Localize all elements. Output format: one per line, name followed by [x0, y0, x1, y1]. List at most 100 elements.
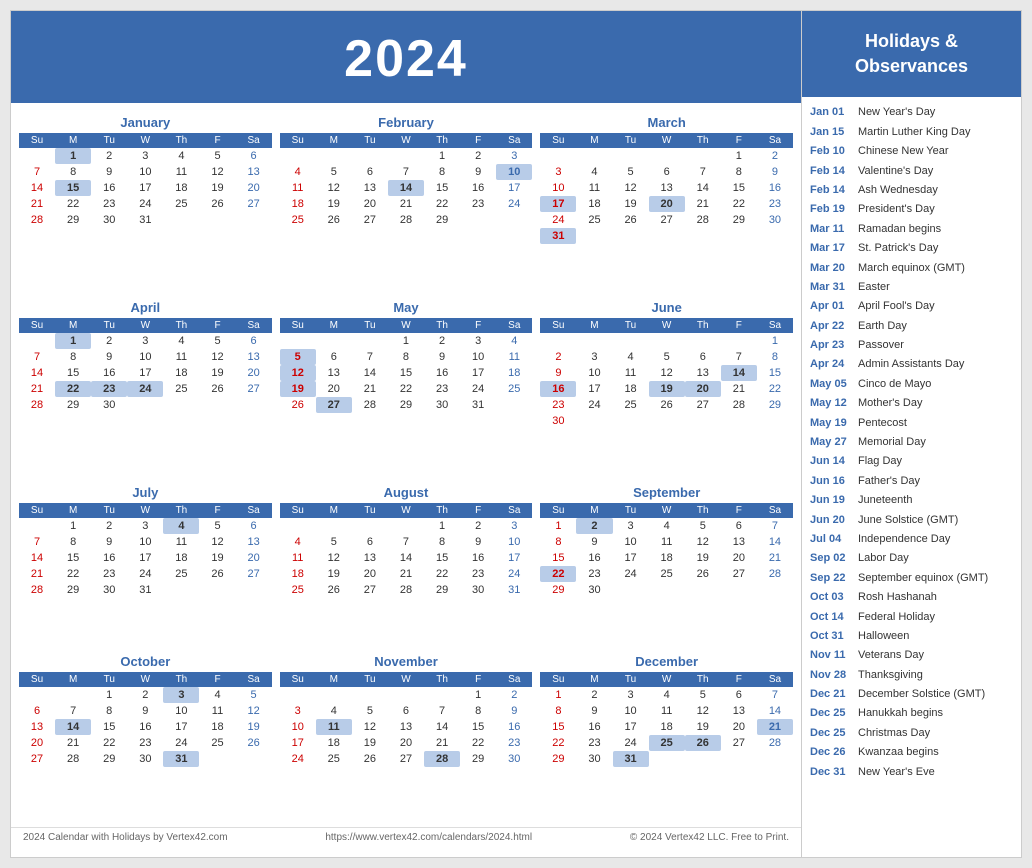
calendar-day[interactable]: 13: [352, 180, 388, 196]
calendar-day[interactable]: 7: [19, 164, 55, 180]
calendar-day[interactable]: 22: [540, 566, 576, 582]
calendar-day[interactable]: 8: [424, 164, 460, 180]
calendar-day[interactable]: 26: [685, 566, 721, 582]
calendar-day[interactable]: 3: [127, 148, 163, 164]
calendar-day[interactable]: 18: [163, 550, 199, 566]
calendar-day[interactable]: 15: [721, 180, 757, 196]
calendar-day[interactable]: 12: [316, 180, 352, 196]
calendar-day[interactable]: 1: [460, 687, 496, 703]
calendar-day[interactable]: 17: [127, 180, 163, 196]
calendar-day[interactable]: 24: [613, 735, 649, 751]
calendar-day[interactable]: 9: [460, 164, 496, 180]
calendar-day[interactable]: 23: [91, 381, 127, 397]
calendar-day[interactable]: 15: [91, 719, 127, 735]
calendar-day[interactable]: 7: [19, 534, 55, 550]
calendar-day[interactable]: 13: [721, 703, 757, 719]
calendar-day[interactable]: 13: [236, 164, 272, 180]
calendar-day[interactable]: 25: [280, 582, 316, 598]
calendar-day[interactable]: 9: [576, 534, 612, 550]
calendar-day[interactable]: 11: [613, 365, 649, 381]
calendar-day[interactable]: 27: [721, 735, 757, 751]
calendar-day[interactable]: 24: [127, 566, 163, 582]
calendar-day[interactable]: 16: [460, 180, 496, 196]
calendar-day[interactable]: 13: [685, 365, 721, 381]
calendar-day[interactable]: 31: [540, 228, 576, 244]
calendar-day[interactable]: 29: [757, 397, 793, 413]
calendar-day[interactable]: 10: [613, 703, 649, 719]
calendar-day[interactable]: 13: [236, 349, 272, 365]
calendar-day[interactable]: 4: [280, 534, 316, 550]
calendar-day[interactable]: 20: [388, 735, 424, 751]
calendar-day[interactable]: 6: [388, 703, 424, 719]
calendar-day[interactable]: 7: [757, 687, 793, 703]
calendar-day[interactable]: 10: [127, 164, 163, 180]
calendar-day[interactable]: 18: [576, 196, 612, 212]
calendar-day[interactable]: 4: [496, 333, 532, 349]
calendar-day[interactable]: 23: [91, 196, 127, 212]
calendar-day[interactable]: 1: [424, 148, 460, 164]
calendar-day[interactable]: 9: [424, 349, 460, 365]
calendar-day[interactable]: 8: [540, 703, 576, 719]
calendar-day[interactable]: 2: [757, 148, 793, 164]
calendar-day[interactable]: 23: [460, 196, 496, 212]
calendar-day[interactable]: 25: [163, 381, 199, 397]
calendar-day[interactable]: 15: [55, 365, 91, 381]
calendar-day[interactable]: 14: [757, 703, 793, 719]
calendar-day[interactable]: 26: [352, 751, 388, 767]
calendar-day[interactable]: 19: [685, 719, 721, 735]
calendar-day[interactable]: 24: [613, 566, 649, 582]
calendar-day[interactable]: 12: [352, 719, 388, 735]
calendar-day[interactable]: 19: [649, 381, 685, 397]
calendar-day[interactable]: 2: [91, 148, 127, 164]
calendar-day[interactable]: 18: [280, 196, 316, 212]
calendar-day[interactable]: 13: [352, 550, 388, 566]
calendar-day[interactable]: 9: [757, 164, 793, 180]
calendar-day[interactable]: 10: [613, 534, 649, 550]
calendar-day[interactable]: 14: [424, 719, 460, 735]
calendar-day[interactable]: 9: [540, 365, 576, 381]
calendar-day[interactable]: 16: [91, 550, 127, 566]
calendar-day[interactable]: 15: [540, 550, 576, 566]
calendar-day[interactable]: 5: [613, 164, 649, 180]
calendar-day[interactable]: 18: [649, 550, 685, 566]
calendar-day[interactable]: 6: [685, 349, 721, 365]
calendar-day[interactable]: 1: [721, 148, 757, 164]
calendar-day[interactable]: 5: [236, 687, 272, 703]
calendar-day[interactable]: 3: [540, 164, 576, 180]
calendar-day[interactable]: 30: [91, 212, 127, 228]
calendar-day[interactable]: 15: [424, 550, 460, 566]
calendar-day[interactable]: 3: [613, 687, 649, 703]
calendar-day[interactable]: 23: [91, 566, 127, 582]
calendar-day[interactable]: 17: [280, 735, 316, 751]
calendar-day[interactable]: 17: [540, 196, 576, 212]
calendar-day[interactable]: 5: [199, 333, 235, 349]
calendar-day[interactable]: 28: [19, 582, 55, 598]
calendar-day[interactable]: 27: [649, 212, 685, 228]
calendar-day[interactable]: 30: [576, 751, 612, 767]
calendar-day[interactable]: 29: [424, 582, 460, 598]
calendar-day[interactable]: 22: [460, 735, 496, 751]
calendar-day[interactable]: 8: [91, 703, 127, 719]
calendar-day[interactable]: 6: [721, 687, 757, 703]
calendar-day[interactable]: 6: [352, 534, 388, 550]
calendar-day[interactable]: 18: [163, 180, 199, 196]
calendar-day[interactable]: 25: [280, 212, 316, 228]
calendar-day[interactable]: 29: [721, 212, 757, 228]
calendar-day[interactable]: 24: [496, 196, 532, 212]
calendar-day[interactable]: 22: [55, 381, 91, 397]
calendar-day[interactable]: 11: [649, 534, 685, 550]
calendar-day[interactable]: 13: [649, 180, 685, 196]
calendar-day[interactable]: 11: [199, 703, 235, 719]
calendar-day[interactable]: 10: [540, 180, 576, 196]
calendar-day[interactable]: 11: [163, 349, 199, 365]
calendar-day[interactable]: 3: [280, 703, 316, 719]
calendar-day[interactable]: 15: [55, 550, 91, 566]
calendar-day[interactable]: 27: [19, 751, 55, 767]
calendar-day[interactable]: 12: [613, 180, 649, 196]
calendar-day[interactable]: 31: [127, 582, 163, 598]
calendar-day[interactable]: 10: [280, 719, 316, 735]
calendar-day[interactable]: 16: [576, 719, 612, 735]
calendar-day[interactable]: 14: [388, 180, 424, 196]
calendar-day[interactable]: 8: [388, 349, 424, 365]
calendar-day[interactable]: 3: [613, 518, 649, 534]
